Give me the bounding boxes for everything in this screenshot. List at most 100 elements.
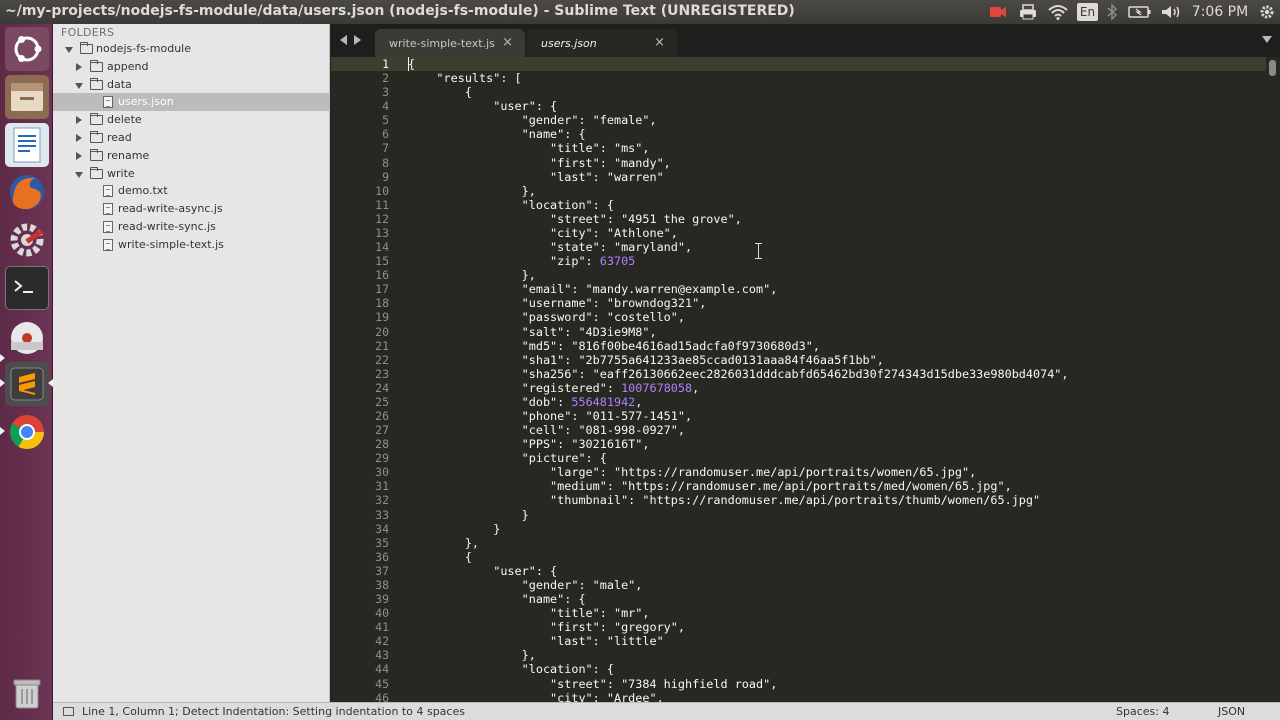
syntax-selector[interactable]: JSON: [1218, 705, 1245, 718]
number-literal: 63705: [599, 254, 636, 269]
code-line: "name": {: [408, 592, 586, 607]
close-icon[interactable]: ×: [502, 35, 513, 50]
line-number: 8: [382, 155, 389, 170]
running-indicator: [0, 354, 5, 362]
tree-file-write-simple-text[interactable]: write-simple-text.js: [53, 236, 329, 254]
indentation-setting[interactable]: Spaces: 4: [1116, 705, 1169, 718]
tab-users-json[interactable]: users.json ×: [527, 29, 677, 57]
tree-folder-append[interactable]: append: [53, 58, 329, 76]
code-line: "city": "Athlone",: [408, 225, 678, 240]
line-number: 19: [375, 310, 389, 325]
tree-folder-rename[interactable]: rename: [53, 147, 329, 165]
file-icon: [103, 96, 113, 108]
line-number: 1: [382, 57, 389, 71]
tab-write-simple-text[interactable]: write-simple-text.js ×: [375, 29, 525, 57]
chevron-right-icon[interactable]: [76, 152, 82, 160]
code-line: }: [408, 507, 529, 522]
line-number: 2: [382, 71, 389, 86]
line-number: 41: [375, 620, 389, 635]
chevron-down-icon[interactable]: [65, 47, 73, 53]
tree-file-users-json[interactable]: users.json: [53, 93, 329, 111]
folder-open-icon: [90, 167, 103, 179]
code-line: "street": "4951 the grove",: [408, 211, 742, 226]
disk-utility-icon[interactable]: [5, 314, 49, 358]
tree-folder-delete[interactable]: delete: [53, 111, 329, 129]
line-number: 13: [375, 225, 389, 240]
battery-icon[interactable]: [1128, 3, 1152, 21]
wifi-icon[interactable]: [1047, 3, 1069, 21]
chevron-right-icon[interactable]: [76, 116, 82, 124]
line-number: 20: [375, 324, 389, 339]
terminal-icon[interactable]: [5, 266, 49, 310]
chevron-down-icon[interactable]: [75, 83, 83, 89]
code-line: "user": {: [408, 99, 558, 114]
line-number: 18: [375, 296, 389, 311]
code-line: "street": "7384 highfield road",: [408, 676, 778, 691]
tree-label: read-write-async.js: [118, 202, 223, 215]
tree-label: delete: [107, 113, 142, 126]
arrow-left-icon[interactable]: [340, 35, 347, 45]
text-caret: [408, 57, 409, 71]
clock[interactable]: 7:06 PM: [1190, 3, 1250, 21]
line-number: 10: [375, 183, 389, 198]
line-number: 24: [375, 380, 389, 395]
tree-file-demo-txt[interactable]: demo.txt: [53, 182, 329, 200]
scrollbar[interactable]: [1269, 60, 1276, 76]
chevron-right-icon[interactable]: [76, 63, 82, 71]
tree-label: write-simple-text.js: [118, 238, 224, 251]
firefox-icon[interactable]: [5, 170, 49, 214]
bluetooth-icon[interactable]: [1106, 3, 1118, 21]
keyboard-layout-icon[interactable]: En: [1077, 3, 1098, 21]
chevron-down-icon[interactable]: [75, 172, 83, 178]
settings-icon[interactable]: [1256, 3, 1278, 21]
line-number: 9: [382, 169, 389, 184]
folders-header: FOLDERS: [61, 26, 115, 39]
code-line: "city": "Ardee",: [408, 690, 664, 702]
code-line: "thumbnail": "https://randomuser.me/api/…: [408, 493, 1041, 508]
trash-icon[interactable]: [5, 670, 49, 714]
tree-folder-data[interactable]: data: [53, 76, 329, 94]
tree-file-read-write-async[interactable]: read-write-async.js: [53, 200, 329, 218]
line-number: 36: [375, 549, 389, 564]
line-number: 34: [375, 521, 389, 536]
ubuntu-dash-icon[interactable]: [5, 27, 49, 71]
tree-root-folder[interactable]: nodejs-fs-module: [53, 40, 329, 58]
line-number: 40: [375, 606, 389, 621]
camera-icon[interactable]: [988, 3, 1008, 21]
line-number: 45: [375, 676, 389, 691]
folder-open-icon: [90, 78, 103, 90]
chevron-down-icon[interactable]: [1262, 36, 1272, 43]
line-number: 35: [375, 535, 389, 550]
volume-icon[interactable]: [1160, 3, 1182, 21]
arrow-right-icon[interactable]: [354, 35, 361, 45]
code-line: },: [408, 535, 480, 550]
file-icon: [103, 239, 113, 251]
files-icon[interactable]: [5, 75, 49, 119]
folder-icon: [90, 149, 103, 161]
chevron-right-icon[interactable]: [76, 134, 82, 142]
libreoffice-writer-icon[interactable]: [5, 123, 49, 167]
line-number: 22: [375, 352, 389, 367]
code-line: {: [408, 57, 416, 71]
code-line: "gender": "male",: [408, 577, 643, 592]
line-number: 25: [375, 394, 389, 409]
system-settings-icon[interactable]: [5, 218, 49, 262]
code-line: "first": "gregory",: [408, 620, 685, 635]
tree-folder-read[interactable]: read: [53, 129, 329, 147]
tree-label: data: [107, 78, 132, 91]
sidebar: FOLDERS nodejs-fs-module append data use…: [53, 24, 330, 702]
code-line: "email": "mandy.warren@example.com",: [408, 282, 778, 297]
chrome-icon[interactable]: [5, 410, 49, 454]
printer-icon[interactable]: [1018, 3, 1038, 21]
tree-folder-write[interactable]: write: [53, 165, 329, 183]
line-number: 29: [375, 451, 389, 466]
code-editor[interactable]: 1 2 3 4 5 6 7 8 9 10 11 12 13 14 15 16 17 18 19 20 21 22 23 24 2…: [331, 57, 1280, 702]
code-line: "location": {: [408, 662, 614, 677]
code-line: "sha256": "eaff26130662eec2826031dddcabf…: [408, 366, 1069, 381]
panel-toggle-icon[interactable]: [63, 707, 74, 716]
tree-file-read-write-sync[interactable]: read-write-sync.js: [53, 218, 329, 236]
close-icon[interactable]: ×: [654, 35, 665, 50]
line-number: 21: [375, 338, 389, 353]
line-number: 38: [375, 577, 389, 592]
sublime-text-icon[interactable]: [5, 362, 49, 406]
